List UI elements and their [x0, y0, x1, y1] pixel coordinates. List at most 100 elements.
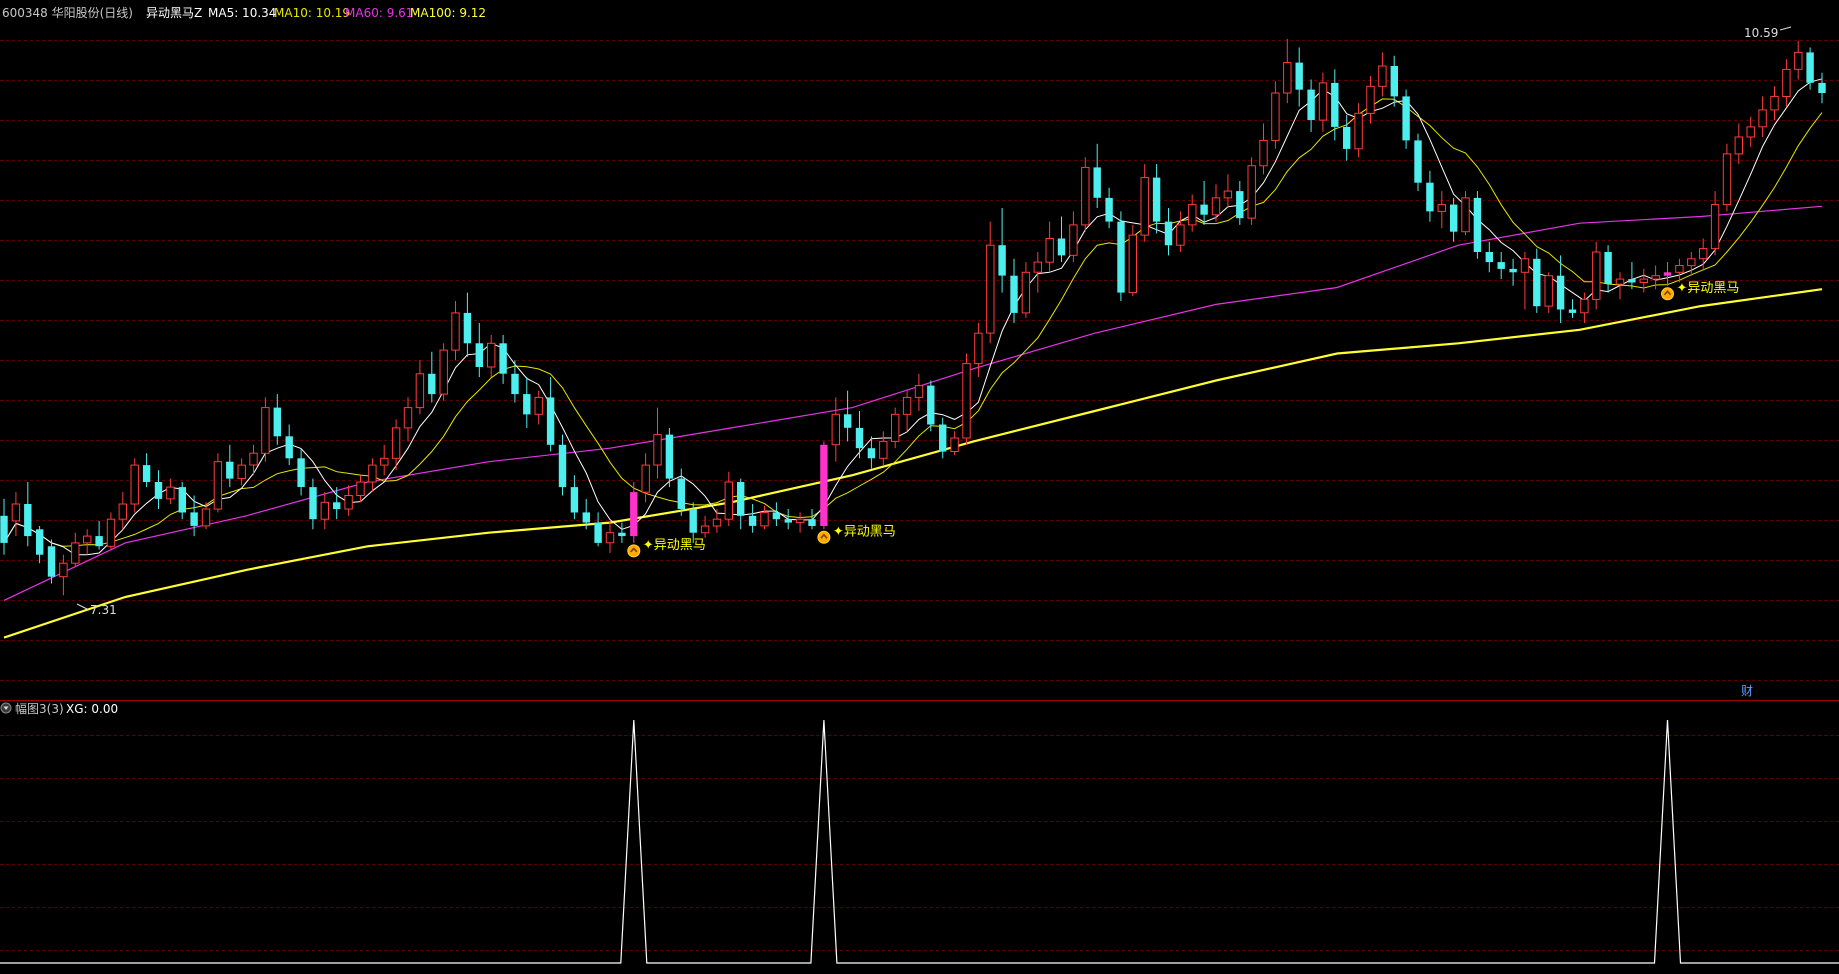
kline-chart[interactable]: ✦异动黑马 ✦异动黑马 ✦异动黑马 600348 华阳股份(日线) 异动黑马Z MA… [0, 0, 1839, 969]
candle[interactable] [201, 502, 211, 530]
candle[interactable] [1081, 157, 1090, 232]
candle[interactable] [237, 458, 246, 486]
candle[interactable] [795, 512, 805, 533]
candle[interactable] [534, 390, 543, 425]
candle[interactable] [1045, 221, 1054, 273]
candle[interactable] [748, 504, 757, 533]
candle[interactable] [677, 468, 685, 516]
candle[interactable] [1663, 262, 1672, 286]
candle[interactable] [1544, 272, 1553, 313]
candle[interactable] [1782, 59, 1791, 107]
candle[interactable] [1307, 79, 1315, 132]
candle[interactable] [451, 301, 460, 361]
candle[interactable] [1639, 268, 1648, 293]
candle[interactable] [403, 397, 413, 442]
candle[interactable] [902, 390, 912, 432]
candle[interactable] [570, 475, 579, 520]
candle[interactable] [106, 512, 116, 550]
candle[interactable] [855, 411, 864, 459]
candle[interactable] [1687, 252, 1696, 276]
candle[interactable] [24, 482, 32, 547]
candle[interactable] [1497, 252, 1505, 280]
candle[interactable] [1520, 252, 1530, 310]
candle[interactable] [71, 532, 80, 567]
candle[interactable] [415, 360, 425, 415]
candle[interactable] [118, 492, 127, 530]
candle[interactable] [950, 431, 959, 455]
candle[interactable] [879, 431, 888, 466]
candle[interactable] [1366, 76, 1375, 124]
candle[interactable] [1580, 292, 1589, 323]
candle[interactable] [891, 407, 900, 449]
candle[interactable] [1806, 47, 1814, 90]
candle[interactable] [962, 353, 971, 445]
candle[interactable] [1295, 47, 1303, 107]
candle[interactable] [1509, 258, 1517, 286]
candle[interactable] [641, 453, 650, 503]
candle[interactable] [831, 397, 840, 462]
candle[interactable] [700, 515, 710, 538]
candle[interactable] [273, 394, 281, 445]
candle[interactable] [166, 478, 175, 504]
candle[interactable] [939, 417, 947, 459]
candle[interactable] [1105, 187, 1113, 229]
candle[interactable] [1770, 86, 1779, 121]
candle[interactable] [1722, 143, 1732, 212]
candle[interactable] [1021, 262, 1031, 318]
candle[interactable] [808, 509, 816, 530]
candle[interactable] [1223, 174, 1233, 208]
candle[interactable] [1236, 181, 1244, 225]
candle[interactable] [320, 492, 330, 530]
candle[interactable] [1259, 123, 1268, 175]
candle[interactable] [1093, 143, 1101, 208]
candlestick-layer[interactable] [0, 38, 1826, 596]
candle[interactable] [1426, 170, 1434, 222]
candle[interactable] [190, 495, 198, 537]
candle[interactable] [0, 498, 8, 555]
candle[interactable] [499, 334, 507, 384]
candle[interactable] [1437, 191, 1446, 229]
candle[interactable] [986, 221, 995, 344]
candle[interactable] [1117, 211, 1125, 301]
candle[interactable] [605, 520, 615, 553]
candle[interactable] [1128, 224, 1137, 296]
candle[interactable] [368, 458, 377, 493]
candle[interactable] [154, 470, 163, 509]
candle[interactable] [1473, 191, 1482, 259]
candle[interactable] [1533, 248, 1541, 313]
candle[interactable] [11, 492, 21, 537]
candle[interactable] [927, 380, 935, 432]
candle[interactable] [618, 522, 626, 543]
subpanel-collapse-icon[interactable] [0, 702, 12, 714]
candle[interactable] [724, 471, 733, 526]
candle[interactable] [1010, 258, 1018, 323]
candle[interactable] [1568, 299, 1577, 318]
candle[interactable] [130, 458, 139, 513]
candle[interactable] [1211, 184, 1221, 222]
candle[interactable] [1271, 81, 1280, 149]
candle[interactable] [1615, 272, 1625, 300]
candle[interactable] [1164, 208, 1173, 256]
candle[interactable] [1485, 241, 1493, 273]
candle[interactable] [665, 427, 674, 488]
candle[interactable] [285, 424, 293, 466]
candle[interactable] [83, 529, 92, 555]
candle[interactable] [630, 482, 638, 543]
candle[interactable] [475, 323, 483, 378]
candle[interactable] [487, 334, 496, 378]
candle[interactable] [1033, 252, 1042, 293]
candle[interactable] [914, 373, 924, 411]
candle[interactable] [712, 509, 722, 533]
candle[interactable] [1283, 38, 1292, 104]
candle[interactable] [1818, 72, 1826, 104]
candle[interactable] [1734, 123, 1743, 165]
candle[interactable] [1628, 262, 1636, 290]
candle[interactable] [439, 343, 448, 401]
candle[interactable] [1378, 52, 1387, 97]
candle[interactable] [1794, 40, 1803, 80]
candle[interactable] [1450, 197, 1458, 242]
candle[interactable] [760, 505, 769, 530]
candle[interactable] [1699, 238, 1708, 269]
candle[interactable] [1461, 191, 1470, 236]
candle[interactable] [213, 453, 223, 513]
